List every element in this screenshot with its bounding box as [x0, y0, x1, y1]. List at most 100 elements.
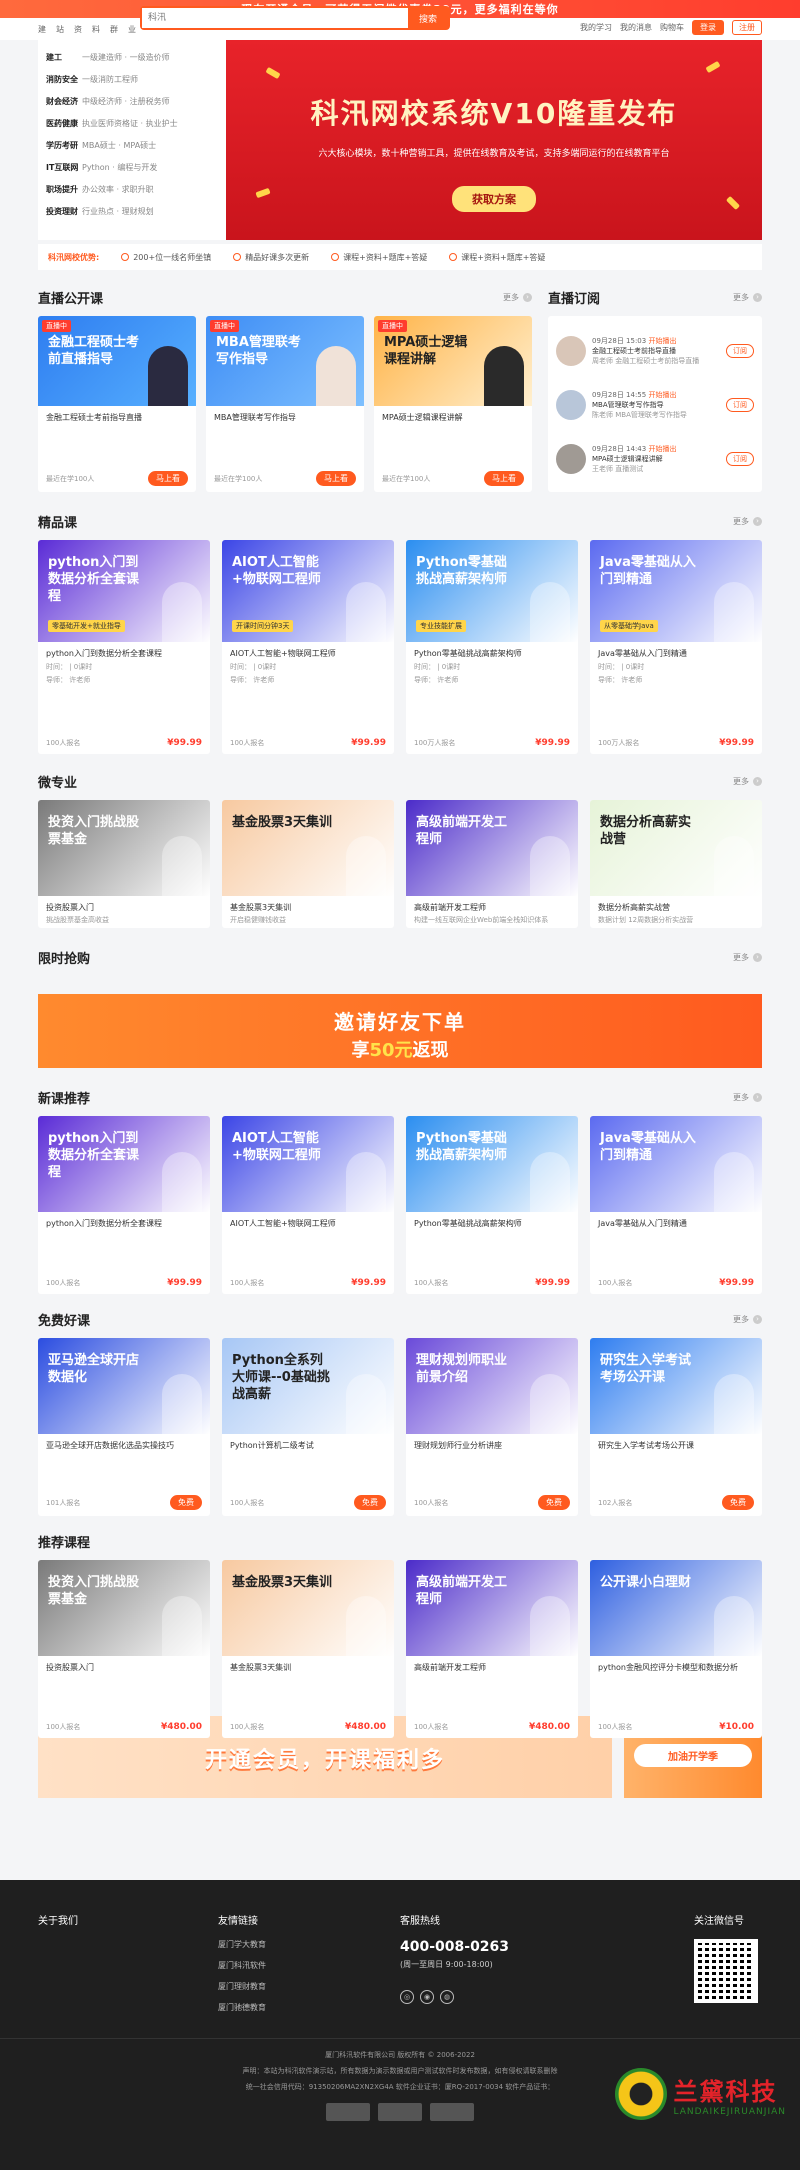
weibo-icon[interactable]: ◎: [400, 1990, 414, 2004]
header-nav-item[interactable]: 业: [128, 24, 136, 35]
subscribe-button[interactable]: 订阅: [726, 344, 754, 358]
live-card[interactable]: 直播中 金融工程硕士考前直播指导 金融工程硕士考前指导直播 最近在学100人 马上…: [38, 316, 196, 492]
watch-now-button[interactable]: 马上看: [316, 471, 356, 486]
thumbnail-title: AIOT人工智能+物联网工程师: [232, 555, 321, 587]
category-item[interactable]: 消防安全 一级消防工程师: [46, 68, 218, 90]
course-card[interactable]: 数据分析高薪实战营 数据分析高薪实战营 数据计划 12周数据分析实战营: [590, 800, 762, 928]
course-card[interactable]: Python零基础挑战高薪架构师 专业技能扩展 Python零基础挑战高薪架构师 时间…: [406, 540, 578, 754]
my-messages-link[interactable]: 我的消息: [620, 22, 652, 33]
category-item[interactable]: 投资理财 行业热点 · 理财规划: [46, 200, 218, 222]
friend-link[interactable]: 厦门理财教育: [218, 1981, 266, 1992]
course-card[interactable]: 投资入门挑战股票基金 投资股票入门 挑战股票基金高收益: [38, 800, 210, 928]
course-card[interactable]: 高级前端开发工程师 高级前端开发工程师 构建一线互联网企业Web前端全栈知识体系: [406, 800, 578, 928]
course-card[interactable]: Python零基础挑战高薪架构师 Python零基础挑战高薪架构师 100人报名 ¥9…: [406, 1116, 578, 1294]
course-card[interactable]: python入门到数据分析全套课程 零基础开发+就业指导 python入门到数据分析…: [38, 540, 210, 754]
course-card[interactable]: 基金股票3天集训 基金股票3天集训 开启稳健赚钱收益: [222, 800, 394, 928]
card-footer: 101人报名 免费: [46, 1495, 202, 1510]
more-link[interactable]: 更多 ›: [733, 516, 762, 527]
friend-link[interactable]: 厦门驰德教育: [218, 2002, 266, 2013]
live-thumbnail: 直播中 MBA管理联考写作指导: [206, 316, 364, 406]
premium-section-header: 精品课 更多 ›: [38, 512, 762, 531]
wechat-icon[interactable]: ◍: [440, 1990, 454, 2004]
login-button[interactable]: 登录: [692, 20, 724, 35]
get-plan-button[interactable]: 获取方案: [452, 186, 536, 212]
course-name: 亚马逊全球开店数据化选品实操技巧: [46, 1441, 174, 1450]
free-button[interactable]: 免费: [538, 1495, 570, 1510]
confetti-decoration: [705, 60, 721, 74]
header-nav-item[interactable]: 资: [74, 24, 82, 35]
card-footer: 100人报名 ¥99.99: [414, 1278, 570, 1288]
category-item[interactable]: 建工 一级建造师 · 一级造价师: [46, 46, 218, 68]
more-link[interactable]: 更多 ›: [503, 292, 532, 303]
course-name: Python零基础挑战高薪架构师: [414, 649, 522, 658]
course-card[interactable]: Java零基础从入门到精通 Java零基础从入门到精通 100人报名 ¥99.99: [590, 1116, 762, 1294]
category-item[interactable]: IT互联网 Python · 编程与开发: [46, 156, 218, 178]
live-card[interactable]: 直播中 MPA硕士逻辑课程讲解 MPA硕士逻辑课程讲解 最近在学100人 马上看: [374, 316, 532, 492]
promo-headline: 邀请好友下单: [334, 1010, 466, 1034]
more-label: 更多: [733, 953, 749, 962]
course-price: ¥99.99: [167, 738, 202, 748]
header-nav-item[interactable]: 站: [56, 24, 64, 35]
friend-link[interactable]: 厦门学大教育: [218, 1939, 266, 1950]
cert-badge[interactable]: [430, 2103, 474, 2121]
invite-promo-banner[interactable]: 邀请好友下单 享50元返现: [38, 994, 762, 1068]
register-button[interactable]: 注册: [732, 20, 762, 35]
category-item[interactable]: 医药健康 执业医师资格证 · 执业护士: [46, 112, 218, 134]
thumbnail-title: 研究生入学考试考场公开课: [600, 1353, 692, 1385]
course-teacher: 导师： 许老师: [414, 676, 459, 684]
search-button[interactable]: 搜索: [408, 8, 448, 28]
course-card[interactable]: 基金股票3天集训 基金股票3天集训 100人报名 ¥480.00: [222, 1560, 394, 1738]
category-title: 医药健康: [46, 118, 78, 128]
free-button[interactable]: 免费: [354, 1495, 386, 1510]
illustration: [162, 582, 202, 642]
subscribe-button[interactable]: 订阅: [726, 452, 754, 466]
category-item[interactable]: 职场提升 办公效率 · 求职升职: [46, 178, 218, 200]
course-card[interactable]: 亚马逊全球开店数据化 亚马逊全球开店数据化选品实操技巧 101人报名 免费: [38, 1338, 210, 1516]
thumbnail-title: Java零基础从入门到精通: [600, 1131, 696, 1163]
category-item[interactable]: 学历考研 MBA硕士 · MPA硕士: [46, 134, 218, 156]
course-card[interactable]: 理财规划师职业前景介绍 理财规划师行业分析讲座 100人报名 免费: [406, 1338, 578, 1516]
course-card[interactable]: 高级前端开发工程师 高级前端开发工程师 100人报名 ¥480.00: [406, 1560, 578, 1738]
friend-link[interactable]: 厦门科汛软件: [218, 1960, 266, 1971]
free-button[interactable]: 免费: [722, 1495, 754, 1510]
header-nav-item[interactable]: 建: [38, 24, 46, 35]
category-sub: 一级消防工程师: [82, 74, 138, 84]
illustration: [530, 836, 570, 896]
category-sub: 办公效率 · 求职升职: [82, 184, 154, 194]
course-card[interactable]: Python全系列大师课--0基础挑战高薪 Python计算机二级考试 100人报名…: [222, 1338, 394, 1516]
brand-name: 兰黛科技: [673, 2077, 778, 2106]
qq-icon[interactable]: ◉: [420, 1990, 434, 2004]
course-name: 高级前端开发工程师: [414, 1663, 486, 1672]
category-item[interactable]: 财会经济 中级经济师 · 注册税务师: [46, 90, 218, 112]
course-card[interactable]: python入门到数据分析全套课程 python入门到数据分析全套课程 100人报名…: [38, 1116, 210, 1294]
about-link[interactable]: 关于我们: [38, 1912, 78, 1927]
header-nav-item[interactable]: 群: [110, 24, 118, 35]
course-card[interactable]: AIOT人工智能+物联网工程师 开课时间分钟3天 AIOT人工智能+物联网工程师 时间…: [222, 540, 394, 754]
more-link[interactable]: 更多 ›: [733, 952, 762, 963]
subscribe-button[interactable]: 订阅: [726, 398, 754, 412]
more-link[interactable]: 更多 ›: [733, 1314, 762, 1325]
watch-now-button[interactable]: 马上看: [148, 471, 188, 486]
cart-link[interactable]: 购物车: [660, 22, 684, 33]
my-study-link[interactable]: 我的学习: [580, 22, 612, 33]
more-link[interactable]: 更多 ›: [733, 776, 762, 787]
course-card[interactable]: 公开课小白理财 python金融风控评分卡模型和数据分析 100人报名 ¥10.00: [590, 1560, 762, 1738]
course-card[interactable]: 研究生入学考试考场公开课 研究生入学考试考场公开课 102人报名 免费: [590, 1338, 762, 1516]
free-button[interactable]: 免费: [170, 1495, 202, 1510]
cert-badge[interactable]: [378, 2103, 422, 2121]
hero-banner[interactable]: 科汛网校系统V10隆重发布 六大核心模块，数十种营销工具，提供在线教育及考试，支…: [226, 40, 762, 240]
header-nav-item[interactable]: 料: [92, 24, 100, 35]
course-card[interactable]: 投资入门挑战股票基金 投资股票入门 100人报名 ¥480.00: [38, 1560, 210, 1738]
course-card[interactable]: AIOT人工智能+物联网工程师 AIOT人工智能+物联网工程师 100人报名 ¥99.…: [222, 1116, 394, 1294]
thumbnail-title: Python全系列大师课--0基础挑战高薪: [232, 1353, 330, 1402]
search-input[interactable]: [142, 8, 408, 28]
watch-now-button[interactable]: 马上看: [484, 471, 524, 486]
live-card[interactable]: 直播中 MBA管理联考写作指导 MBA管理联考写作指导 最近在学100人 马上看: [206, 316, 364, 492]
cert-badge[interactable]: [326, 2103, 370, 2121]
more-link[interactable]: 更多 ›: [733, 1092, 762, 1103]
viewer-count: 最近在学100人: [382, 474, 431, 483]
promo-reward: 享50元返现: [38, 1036, 762, 1062]
subscribe-teacher: 周老师 金融工程硕士考前指导直播: [592, 357, 700, 365]
course-card[interactable]: Java零基础从入门到精通 从零基础学Java Java零基础从入门到精通 时间： |…: [590, 540, 762, 754]
more-link[interactable]: 更多 ›: [733, 292, 762, 303]
